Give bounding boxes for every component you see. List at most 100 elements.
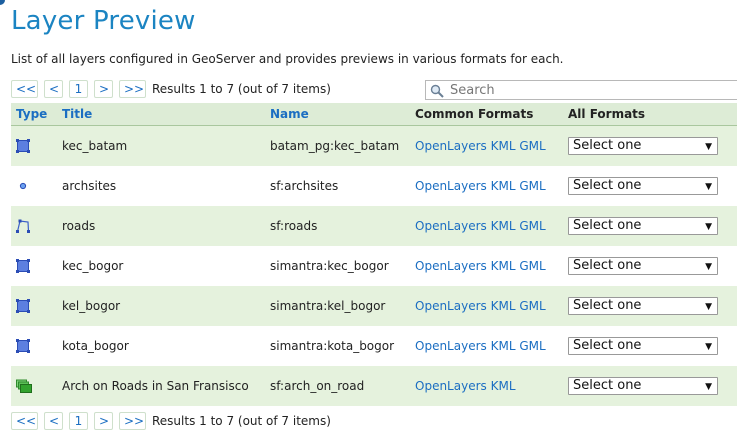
cell-title: kec_batam	[57, 125, 265, 166]
format-link-gml[interactable]: GML	[519, 139, 545, 153]
polygon-icon	[16, 259, 30, 274]
search-box	[425, 80, 737, 100]
header-name[interactable]: Name	[265, 103, 410, 126]
cell-title: kec_bogor	[57, 246, 265, 286]
cell-common-formats: OpenLayers KML GML	[410, 326, 563, 366]
cell-type	[11, 125, 57, 166]
corner-tab	[0, 0, 5, 5]
cell-name: sf:roads	[265, 206, 410, 246]
format-select[interactable]: Select one ▼	[568, 177, 718, 195]
cell-all-formats: Select one ▼	[563, 326, 737, 366]
format-select-value: Select one	[573, 258, 642, 273]
dropdown-arrow-icon: ▼	[705, 182, 712, 192]
cell-name: simantra:kel_bogor	[265, 286, 410, 326]
format-select-value: Select one	[573, 298, 642, 313]
header-title[interactable]: Title	[57, 103, 265, 126]
cell-common-formats: OpenLayers KML GML	[410, 166, 563, 206]
pager-bottom: << < 1 > >> Results 1 to 7 (out of 7 ite…	[11, 411, 331, 431]
cell-title: Arch on Roads in San Fransisco	[57, 366, 265, 406]
format-select[interactable]: Select one ▼	[568, 257, 718, 275]
results-count: Results 1 to 7 (out of 7 items)	[152, 82, 331, 96]
cell-name: sf:archsites	[265, 166, 410, 206]
table-row: Arch on Roads in San Fransisco sf:arch_on…	[11, 366, 737, 406]
prev-page-button[interactable]: <	[44, 412, 63, 430]
table-row: kec_bogor simantra:kec_bogor OpenLayers KM…	[11, 246, 737, 286]
cell-all-formats: Select one ▼	[563, 166, 737, 206]
cell-name: sf:arch_on_road	[265, 366, 410, 406]
header-common-formats: Common Formats	[410, 103, 563, 126]
format-link-gml[interactable]: GML	[519, 299, 545, 313]
cell-common-formats: OpenLayers KML GML	[410, 286, 563, 326]
format-link-gml[interactable]: GML	[519, 339, 545, 353]
next-page-button[interactable]: >	[94, 80, 113, 98]
format-link-gml[interactable]: GML	[519, 179, 545, 193]
format-select[interactable]: Select one ▼	[568, 297, 718, 315]
format-select-value: Select one	[573, 218, 642, 233]
cell-all-formats: Select one ▼	[563, 206, 737, 246]
format-select[interactable]: Select one ▼	[568, 337, 718, 355]
search-input[interactable]	[450, 82, 730, 98]
format-link-openlayers[interactable]: OpenLayers	[415, 219, 487, 233]
format-link-kml[interactable]: KML	[491, 259, 516, 273]
cell-type	[11, 366, 57, 406]
cell-common-formats: OpenLayers KML GML	[410, 125, 563, 166]
format-link-gml[interactable]: GML	[519, 259, 545, 273]
cell-name: simantra:kota_bogor	[265, 326, 410, 366]
cell-title: roads	[57, 206, 265, 246]
cell-all-formats: Select one ▼	[563, 286, 737, 326]
header-all-formats: All Formats	[563, 103, 737, 126]
table-row: kec_batam batam_pg:kec_batam OpenLayers KM…	[11, 125, 737, 166]
prev-page-button[interactable]: <	[44, 80, 63, 98]
first-page-button[interactable]: <<	[11, 412, 38, 430]
cell-name: batam_pg:kec_batam	[265, 125, 410, 166]
format-link-openlayers[interactable]: OpenLayers	[415, 299, 487, 313]
cell-title: archsites	[57, 166, 265, 206]
dropdown-arrow-icon: ▼	[705, 142, 712, 152]
page-1-button[interactable]: 1	[69, 412, 88, 430]
format-select[interactable]: Select one ▼	[568, 377, 718, 395]
search-icon	[430, 83, 444, 98]
format-link-kml[interactable]: KML	[491, 339, 516, 353]
format-select-value: Select one	[573, 178, 642, 193]
format-link-openlayers[interactable]: OpenLayers	[415, 139, 487, 153]
cell-name: simantra:kec_bogor	[265, 246, 410, 286]
polygon-icon	[16, 339, 30, 354]
format-link-kml[interactable]: KML	[491, 379, 516, 393]
page-1-button[interactable]: 1	[69, 80, 88, 98]
polygon-icon	[16, 139, 30, 154]
format-link-kml[interactable]: KML	[491, 299, 516, 313]
dropdown-arrow-icon: ▼	[705, 262, 712, 272]
pager-top: << < 1 > >> Results 1 to 7 (out of 7 ite…	[11, 79, 331, 99]
format-select[interactable]: Select one ▼	[568, 137, 718, 155]
format-link-openlayers[interactable]: OpenLayers	[415, 339, 487, 353]
cell-all-formats: Select one ▼	[563, 366, 737, 406]
dropdown-arrow-icon: ▼	[705, 222, 712, 232]
format-link-openlayers[interactable]: OpenLayers	[415, 259, 487, 273]
format-link-kml[interactable]: KML	[491, 219, 516, 233]
polygon-icon	[16, 299, 30, 314]
last-page-button[interactable]: >>	[119, 412, 146, 430]
format-link-openlayers[interactable]: OpenLayers	[415, 379, 487, 393]
results-count: Results 1 to 7 (out of 7 items)	[152, 414, 331, 428]
last-page-button[interactable]: >>	[119, 80, 146, 98]
dropdown-arrow-icon: ▼	[705, 382, 712, 392]
cell-all-formats: Select one ▼	[563, 246, 737, 286]
cell-type	[11, 246, 57, 286]
cell-common-formats: OpenLayers KML GML	[410, 206, 563, 246]
format-link-openlayers[interactable]: OpenLayers	[415, 179, 487, 193]
format-link-gml[interactable]: GML	[519, 219, 545, 233]
format-select[interactable]: Select one ▼	[568, 217, 718, 235]
table-row: archsites sf:archsites OpenLayers KML GML S…	[11, 166, 737, 206]
format-link-kml[interactable]: KML	[491, 139, 516, 153]
next-page-button[interactable]: >	[94, 412, 113, 430]
format-link-kml[interactable]: KML	[491, 179, 516, 193]
cell-common-formats: OpenLayers KML GML	[410, 246, 563, 286]
page-title: Layer Preview	[11, 6, 196, 36]
first-page-button[interactable]: <<	[11, 80, 38, 98]
table-row: kel_bogor simantra:kel_bogor OpenLayers KM…	[11, 286, 737, 326]
point-icon	[16, 179, 30, 193]
dropdown-arrow-icon: ▼	[705, 302, 712, 312]
table-row: kota_bogor simantra:kota_bogor OpenLayers …	[11, 326, 737, 366]
header-type[interactable]: Type	[11, 103, 57, 126]
cell-type	[11, 166, 57, 206]
